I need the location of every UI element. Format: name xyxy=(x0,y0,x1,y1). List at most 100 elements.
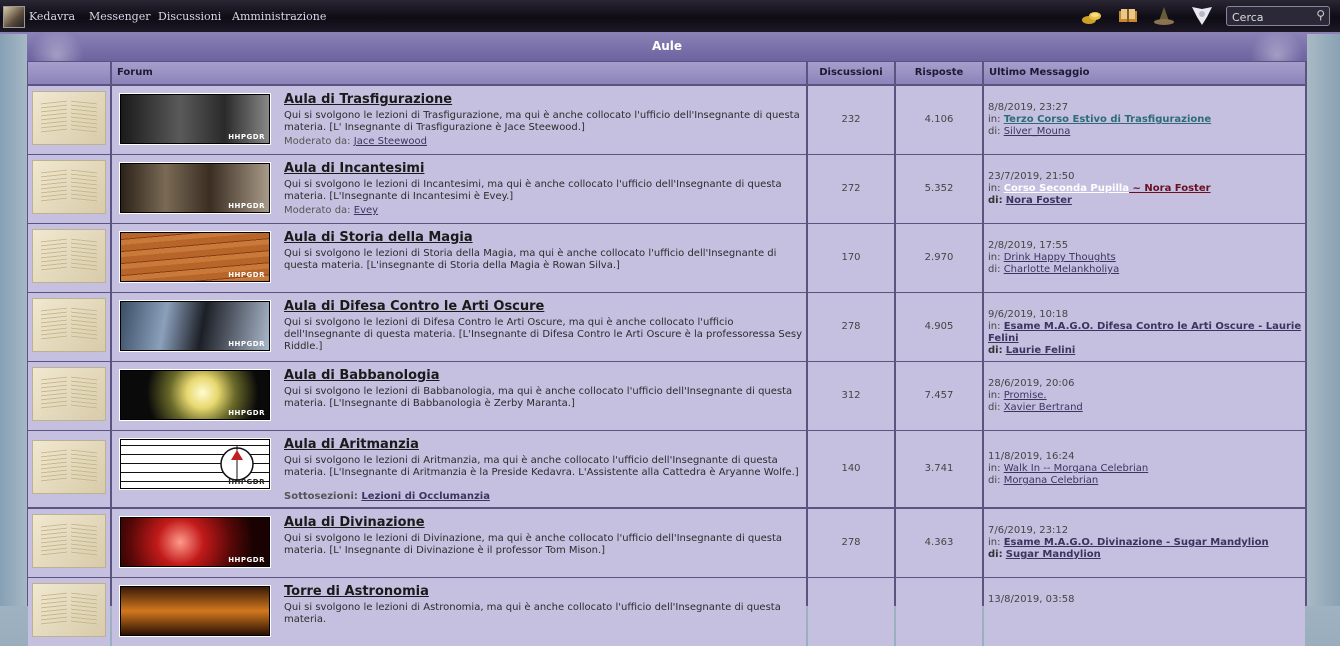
forum-read-book-icon xyxy=(32,91,106,145)
forum-info-cell: HHPGDR Aula di Trasfigurazione Qui si sv… xyxy=(112,86,806,154)
forum-status-cell xyxy=(28,431,110,507)
column-header-forum: Forum xyxy=(112,62,806,84)
search-icon[interactable]: ⚲ xyxy=(1316,8,1325,22)
forum-read-book-icon xyxy=(32,229,106,283)
forum-read-book-icon xyxy=(32,440,106,494)
forum-banner-image[interactable] xyxy=(119,585,271,637)
background-left xyxy=(0,32,28,606)
last-post-date: 8/8/2019, 23:27 xyxy=(988,102,1069,113)
last-post-author-link[interactable]: Nora Foster xyxy=(1006,195,1072,206)
forum-banner-image[interactable]: HHPGDR xyxy=(119,438,271,490)
forum-info-cell: HHPGDR Aula di Aritmanzia Qui si svolgon… xyxy=(112,431,806,507)
forum-title-link[interactable]: Aula di Storia della Magia xyxy=(284,230,473,245)
forum-status-cell xyxy=(28,578,110,646)
topic-count: 140 xyxy=(808,431,894,507)
moderator-link[interactable]: Evey xyxy=(354,205,378,216)
topic-count xyxy=(808,578,894,646)
forum-info-cell: HHPGDR Aula di Incantesimi Qui si svolgo… xyxy=(112,155,806,223)
forum-title-link[interactable]: Aula di Aritmanzia xyxy=(284,437,419,452)
last-post-topic-link[interactable]: Walk In -- Morgana Celebrian xyxy=(1004,463,1149,474)
last-post-author-link[interactable]: Morgana Celebrian xyxy=(1004,475,1099,486)
forum-description: Qui si svolgono le lezioni di Difesa Con… xyxy=(284,317,803,352)
forum-banner-image[interactable]: HHPGDR xyxy=(119,300,271,352)
user-avatar[interactable] xyxy=(3,6,25,28)
last-post-author-link[interactable]: Silver_Mouna xyxy=(1004,126,1071,137)
forum-title-link[interactable]: Aula di Babbanologia xyxy=(284,368,440,383)
last-post-date: 11/8/2019, 16:24 xyxy=(988,451,1075,462)
nav-messenger-link[interactable]: Messenger xyxy=(89,10,150,23)
reply-count: 2.970 xyxy=(896,224,982,292)
forum-row: HHPGDR Aula di Storia della Magia Qui si… xyxy=(27,224,1307,292)
forum-banner-image[interactable]: HHPGDR xyxy=(119,231,271,283)
forum-title-link[interactable]: Aula di Divinazione xyxy=(284,515,425,530)
forum-banner-image[interactable]: HHPGDR xyxy=(119,516,271,568)
column-header-discussioni: Discussioni xyxy=(808,62,894,84)
last-post-date: 9/6/2019, 10:18 xyxy=(988,309,1069,320)
last-post-topic-link[interactable]: Corso Seconda Pupilla xyxy=(1004,183,1129,194)
forum-title-link[interactable]: Aula di Incantesimi xyxy=(284,161,424,176)
last-post-cell: 2/8/2019, 17:55 in: Drink Happy Thoughts… xyxy=(984,224,1305,292)
column-header-ultimo-messaggio: Ultimo Messaggio xyxy=(984,62,1305,84)
last-post-date: 2/8/2019, 17:55 xyxy=(988,240,1069,251)
forum-status-cell xyxy=(28,224,110,292)
category-title[interactable]: Aule xyxy=(27,32,1307,61)
last-post-author-link[interactable]: Laurie Felini xyxy=(1006,345,1075,356)
last-post-date: 7/6/2019, 23:12 xyxy=(988,525,1069,536)
forum-row: HHPGDR Aula di Babbanologia Qui si svolg… xyxy=(27,362,1307,430)
last-post-topic-link[interactable]: Terzo Corso Estivo di Trasfigurazione xyxy=(1004,114,1212,125)
forum-banner-image[interactable]: HHPGDR xyxy=(119,162,271,214)
last-post-topic-link-suffix[interactable]: ~ Nora Foster xyxy=(1129,183,1211,194)
forum-description: Qui si svolgono le lezioni di Babbanolog… xyxy=(284,386,793,409)
forum-row: HHPGDR Aula di Aritmanzia Qui si svolgon… xyxy=(27,431,1307,507)
last-post-author-link[interactable]: Xavier Bertrand xyxy=(1004,402,1083,413)
last-post-topic-link[interactable]: Esame M.A.G.O. Difesa Contro le Arti Osc… xyxy=(988,321,1301,344)
last-post-date: 23/7/2019, 21:50 xyxy=(988,171,1075,182)
last-post-cell: 7/6/2019, 23:12 in: Esame M.A.G.O. Divin… xyxy=(984,509,1305,577)
forum-read-book-icon xyxy=(32,160,106,214)
hat-icon[interactable] xyxy=(1152,5,1176,27)
last-post-cell: 28/6/2019, 20:06 in: Promise. di: Xavier… xyxy=(984,362,1305,430)
forum-title-link[interactable]: Aula di Difesa Contro le Arti Oscure xyxy=(284,299,544,314)
column-header-risposte: Risposte xyxy=(896,62,982,84)
forum-moderator: Moderato da: Evey xyxy=(284,205,379,216)
search-box: ⚲ xyxy=(1226,6,1330,26)
forum-status-cell xyxy=(28,86,110,154)
last-post-author-link[interactable]: Sugar Mandylion xyxy=(1006,549,1101,560)
forum-description: Qui si svolgono le lezioni di Trasfigura… xyxy=(284,110,800,133)
moderator-link[interactable]: Jace Steewood xyxy=(354,136,427,147)
nav-discussioni-link[interactable]: Discussioni xyxy=(158,10,221,23)
last-post-cell: 23/7/2019, 21:50 in: Corso Seconda Pupil… xyxy=(984,155,1305,223)
last-post-date: 13/8/2019, 03:58 xyxy=(988,594,1075,605)
reply-count: 7.457 xyxy=(896,362,982,430)
reply-count: 3.741 xyxy=(896,431,982,507)
reply-count: 5.352 xyxy=(896,155,982,223)
last-post-author-link[interactable]: Charlotte Melankholiya xyxy=(1004,264,1120,275)
forum-title-link[interactable]: Aula di Trasfigurazione xyxy=(284,92,452,107)
nav-user-link[interactable]: Kedavra xyxy=(29,10,75,23)
search-input[interactable] xyxy=(1230,8,1314,26)
topic-count: 312 xyxy=(808,362,894,430)
forum-banner-image[interactable]: HHPGDR xyxy=(119,93,271,145)
forum-info-cell: HHPGDR Aula di Storia della Magia Qui si… xyxy=(112,224,806,292)
owl-icon[interactable] xyxy=(1190,5,1214,27)
forum-banner-image[interactable]: HHPGDR xyxy=(119,369,271,421)
last-post-topic-link[interactable]: Esame M.A.G.O. Divinazione - Sugar Mandy… xyxy=(1004,537,1269,548)
forum-status-cell xyxy=(28,509,110,577)
topic-count: 272 xyxy=(808,155,894,223)
forum-subsections: Sottosezioni: Lezioni di Occlumanzia xyxy=(284,491,490,502)
galleon-icon[interactable] xyxy=(1080,5,1104,27)
forum-info-cell: HHPGDR Aula di Divinazione Qui si svolgo… xyxy=(112,509,806,577)
book-icon[interactable] xyxy=(1116,5,1140,27)
subsection-link[interactable]: Lezioni di Occlumanzia xyxy=(361,491,490,502)
forum-info-cell: Torre di Astronomia Qui si svolgono le l… xyxy=(112,578,806,646)
topic-count: 170 xyxy=(808,224,894,292)
forum-read-book-icon xyxy=(32,583,106,637)
forum-row: HHPGDR Aula di Difesa Contro le Arti Osc… xyxy=(27,293,1307,361)
last-post-topic-link[interactable]: Promise. xyxy=(1004,390,1047,401)
forum-title-link[interactable]: Torre di Astronomia xyxy=(284,584,429,599)
background-right xyxy=(1306,32,1340,606)
forum-read-book-icon xyxy=(32,367,106,421)
nav-amministrazione-link[interactable]: Amministrazione xyxy=(232,10,326,23)
last-post-topic-link[interactable]: Drink Happy Thoughts xyxy=(1004,252,1116,263)
forum-read-book-icon xyxy=(32,514,106,568)
